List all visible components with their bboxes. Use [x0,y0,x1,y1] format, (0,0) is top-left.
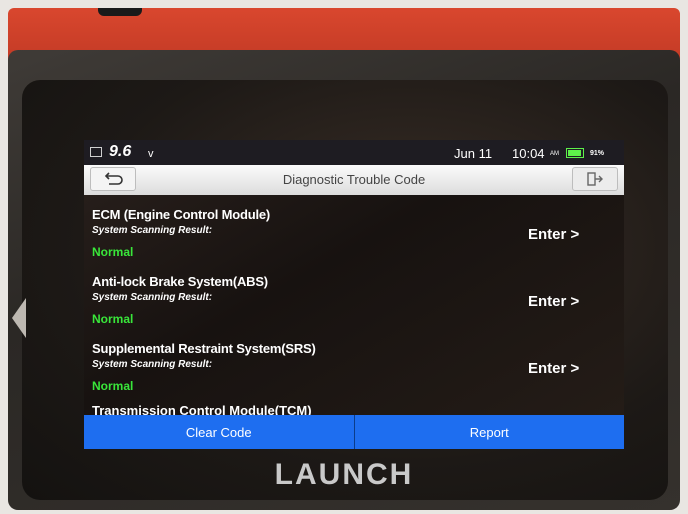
list-item: Supplemental Restraint System(SRS) Syste… [92,341,612,407]
battery-fill [568,150,581,156]
module-subtitle: System Scanning Result: [92,359,213,370]
voltage-unit: v [148,148,154,160]
module-list: ECM (Engine Control Module) System Scann… [84,198,624,415]
device-notch [98,8,142,16]
status-time: 10:04 [512,146,545,161]
module-name: Supplemental Restraint System(SRS) [92,341,316,356]
bottom-action-bar: Clear Code Report [84,415,624,449]
module-name: ECM (Engine Control Module) [92,207,271,222]
enter-button[interactable]: Enter > [528,293,579,310]
status-date: Jun 11 [454,146,493,161]
module-result: Normal [92,379,134,393]
title-bar: Diagnostic Trouble Code [84,165,624,195]
battery-percent: 91% [590,150,605,157]
clear-code-button[interactable]: Clear Code [84,415,354,449]
report-button[interactable]: Report [355,415,625,449]
brand-logo: LAUNCH [274,458,414,491]
module-name: Anti-lock Brake System(ABS) [92,274,268,289]
status-bar: 9.6 v Jun 11 10:04 AM 91% [84,140,624,165]
list-item: Anti-lock Brake System(ABS) System Scann… [92,274,612,340]
list-item: ECM (Engine Control Module) System Scann… [92,207,612,273]
page-title: Diagnostic Trouble Code [282,172,426,187]
screen: 9.6 v Jun 11 10:04 AM 91% Diagnostic Tro… [84,140,624,415]
enter-button[interactable]: Enter > [528,226,579,243]
battery-icon [566,148,584,158]
module-result: Normal [92,245,134,259]
module-subtitle: System Scanning Result: [92,225,213,236]
exit-button[interactable] [572,167,618,191]
vehicle-battery-icon [90,147,102,157]
exit-icon [587,172,603,186]
status-ampm: AM [550,151,559,157]
list-item-partial[interactable]: Transmission Control Module(TCM) [92,403,312,415]
voltage-readout: 9.6 [109,143,132,160]
module-result: Normal [92,312,134,326]
module-subtitle: System Scanning Result: [92,292,213,303]
enter-button[interactable]: Enter > [528,360,579,377]
